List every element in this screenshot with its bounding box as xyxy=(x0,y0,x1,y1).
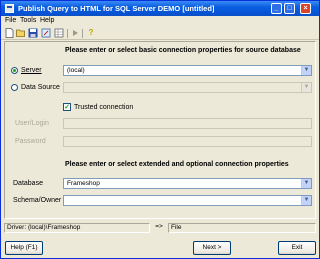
open-icon[interactable] xyxy=(16,28,26,38)
server-combo[interactable]: (local) ▼ xyxy=(63,65,312,76)
title-bar[interactable]: Publish Query to HTML for SQL Server DEM… xyxy=(1,1,319,16)
extended-heading: Please enter or select extended and opti… xyxy=(65,161,289,168)
userlogin-label: User/Login xyxy=(15,120,49,127)
source-heading: Please enter or select basic connection … xyxy=(65,47,301,54)
userlogin-field[interactable] xyxy=(63,118,312,129)
app-icon xyxy=(5,4,14,13)
status-driver: Driver: (local)\Frameshop xyxy=(4,223,150,233)
help-icon[interactable]: ? xyxy=(86,28,96,38)
database-value: Frameshop xyxy=(67,180,100,187)
datasource-radio[interactable] xyxy=(11,84,18,91)
menu-help[interactable]: Help xyxy=(40,17,54,24)
main-window: Publish Query to HTML for SQL Server DEM… xyxy=(0,0,320,259)
maximize-button[interactable]: □ xyxy=(284,3,295,14)
schema-combo[interactable]: ▼ xyxy=(63,195,312,206)
database-label: Database xyxy=(13,180,43,187)
chevron-down-icon[interactable]: ▼ xyxy=(301,66,311,75)
wizard-icon[interactable] xyxy=(41,28,51,38)
table-icon[interactable] xyxy=(54,28,64,38)
server-label: Server xyxy=(21,67,42,74)
status-arrow: => xyxy=(155,223,163,230)
help-button[interactable]: Help (F1) xyxy=(5,241,43,255)
status-target: File xyxy=(168,223,316,233)
menu-tools[interactable]: Tools xyxy=(20,17,36,24)
password-field[interactable] xyxy=(63,136,312,147)
database-combo[interactable]: Frameshop ▼ xyxy=(63,178,312,189)
menu-bar: File Tools Help xyxy=(1,16,319,27)
trusted-connection-label: Trusted connection xyxy=(74,104,134,111)
connection-panel: Please enter or select basic connection … xyxy=(4,41,316,219)
toolbar-separator xyxy=(82,29,83,38)
schema-label: Schema/Owner xyxy=(13,197,62,204)
password-label: Password xyxy=(15,138,46,145)
toolbar: ? xyxy=(1,27,319,40)
chevron-down-icon[interactable]: ▼ xyxy=(301,196,311,205)
window-title: Publish Query to HTML for SQL Server DEM… xyxy=(18,4,215,13)
save-icon[interactable] xyxy=(28,28,38,38)
close-button[interactable]: × xyxy=(300,3,311,14)
chevron-down-icon[interactable]: ▼ xyxy=(301,179,311,188)
datasource-combo[interactable]: ▼ xyxy=(63,82,312,93)
server-radio[interactable] xyxy=(11,67,18,74)
toolbar-separator xyxy=(67,29,68,38)
minimize-button[interactable]: _ xyxy=(271,3,282,14)
trusted-connection-checkbox[interactable]: ✓ xyxy=(63,103,71,111)
run-icon[interactable] xyxy=(70,28,80,38)
chevron-down-icon[interactable]: ▼ xyxy=(301,83,311,92)
new-icon[interactable] xyxy=(4,28,14,38)
exit-button[interactable]: Exit xyxy=(278,241,316,255)
server-value: (local) xyxy=(67,67,85,74)
datasource-label: Data Source xyxy=(21,84,60,91)
next-button[interactable]: Next > xyxy=(193,241,231,255)
menu-file[interactable]: File xyxy=(5,17,16,24)
